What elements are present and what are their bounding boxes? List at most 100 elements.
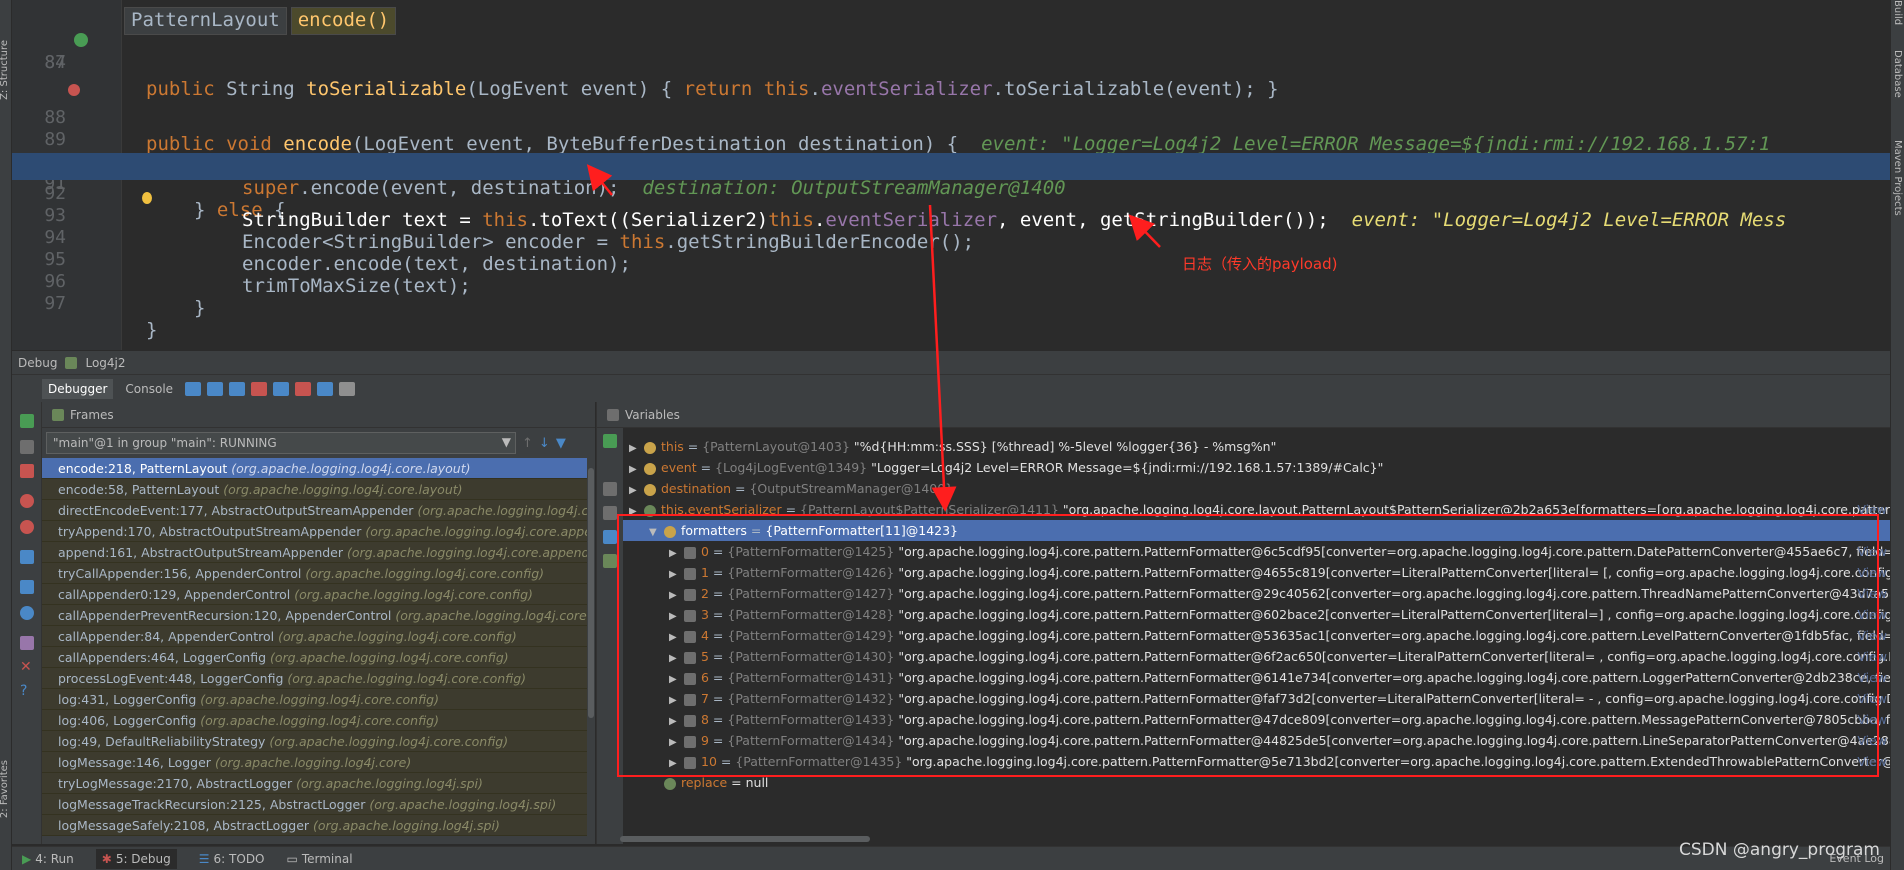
build-tab[interactable]: Build	[1892, 0, 1903, 25]
restore-layout-icon[interactable]	[20, 580, 34, 594]
camera-icon[interactable]	[20, 550, 34, 564]
new-watch-icon[interactable]	[603, 434, 617, 448]
terminal-tool-button[interactable]: ▭ Terminal	[287, 852, 353, 866]
variable-row[interactable]: ▶ 5 = {PatternFormatter@1430} "org.apache…	[623, 646, 1891, 667]
expand-right-icon[interactable]: ▶	[669, 711, 681, 732]
expand-right-icon[interactable]: ▶	[629, 480, 641, 501]
stack-frame[interactable]: tryLogMessage:2170, AbstractLogger (org.…	[42, 773, 587, 794]
frames-scrollbar[interactable]	[587, 458, 595, 844]
close-icon[interactable]: ✕	[20, 660, 34, 674]
breadcrumb-method[interactable]: encode()	[290, 7, 397, 35]
expand-right-icon[interactable]: ▶	[629, 438, 641, 459]
stack-frame[interactable]: log:431, LoggerConfig (org.apache.loggin…	[42, 689, 587, 710]
variable-row[interactable]: ▶ event = {Log4jLogEvent@1349} "Logger=Lo…	[623, 457, 1891, 478]
resume-icon[interactable]	[20, 414, 34, 428]
stack-frame[interactable]: logMessage:146, Logger (org.apache.loggi…	[42, 752, 587, 773]
stack-frame[interactable]: tryAppend:170, AbstractOutputStreamAppen…	[42, 521, 587, 542]
expand-right-icon[interactable]: ▶	[669, 543, 681, 564]
frame-down-icon[interactable]: ↓	[539, 436, 550, 451]
expand-right-icon[interactable]: ▶	[669, 669, 681, 690]
view-link[interactable]: View	[1857, 562, 1887, 583]
step-into-icon[interactable]	[229, 381, 246, 396]
view-link[interactable]: View	[1857, 667, 1887, 688]
stack-frame[interactable]: encode:58, PatternLayout (org.apache.log…	[42, 479, 587, 500]
force-step-into-icon[interactable]	[251, 381, 268, 396]
expand-right-icon[interactable]: ▶	[669, 606, 681, 627]
maven-tab[interactable]: Maven Projects	[1892, 140, 1903, 216]
override-icon[interactable]	[74, 33, 88, 47]
variable-row[interactable]: ▶ destination = {OutputStreamManager@1400…	[623, 478, 1891, 499]
todo-tool-button[interactable]: ☰ 6: TODO	[199, 852, 265, 866]
frame-up-icon[interactable]: ↑	[522, 436, 533, 451]
expand-right-icon[interactable]: ▶	[669, 564, 681, 585]
variable-row[interactable]: ▶ this.eventSerializer = {PatternLayout$P…	[623, 499, 1891, 520]
help-icon[interactable]: ?	[20, 684, 34, 698]
view-link[interactable]: View	[1857, 499, 1887, 520]
variable-row[interactable]: ▶ 1 = {PatternFormatter@1426} "org.apache…	[623, 562, 1891, 583]
view-link[interactable]: View	[1857, 646, 1887, 667]
variable-row[interactable]: ▶ 3 = {PatternFormatter@1428} "org.apache…	[623, 604, 1891, 625]
stack-frame[interactable]: encode:218, PatternLayout (org.apache.lo…	[42, 458, 587, 479]
stack-frame[interactable]: log:49, DefaultReliabilityStrategy (org.…	[42, 731, 587, 752]
copy-icon[interactable]	[603, 530, 617, 544]
expand-right-icon[interactable]: ▶	[629, 501, 641, 522]
expand-right-icon[interactable]: ▶	[669, 690, 681, 711]
stack-frame[interactable]: callAppenders:464, LoggerConfig (org.apa…	[42, 647, 587, 668]
variable-row[interactable]: ▶ 0 = {PatternFormatter@1425} "org.apache…	[623, 541, 1891, 562]
run-tool-button[interactable]: ▶ 4: Run	[22, 852, 74, 866]
database-tab[interactable]: Database	[1892, 50, 1903, 98]
show-execution-point-icon[interactable]	[185, 381, 202, 396]
tab-console[interactable]: Console	[119, 379, 179, 399]
variable-row[interactable]: ▶ 2 = {PatternFormatter@1427} "org.apache…	[623, 583, 1891, 604]
variable-row[interactable]: ▶ 8 = {PatternFormatter@1433} "org.apache…	[623, 709, 1891, 730]
view-link[interactable]: View	[1857, 583, 1887, 604]
expand-right-icon[interactable]: ▶	[669, 585, 681, 606]
filter-icon[interactable]: ▼	[556, 436, 566, 451]
favorites-tab[interactable]: 2: Favorites	[0, 760, 10, 818]
bulb-icon[interactable]	[142, 192, 152, 204]
variable-row[interactable]: replace = null	[623, 772, 1891, 793]
pause-icon[interactable]	[20, 440, 34, 454]
variable-row[interactable]: ▶ this = {PatternLayout@1403} "%d{HH:mm:s…	[623, 436, 1891, 457]
variable-row[interactable]: ▶ 4 = {PatternFormatter@1429} "org.apache…	[623, 625, 1891, 646]
debug-tool-button[interactable]: ✱ 5: Debug	[95, 848, 177, 869]
variable-row[interactable]: ▶ 9 = {PatternFormatter@1434} "org.apache…	[623, 730, 1891, 751]
code-editor[interactable]: PatternLayout encode() 84 public String …	[12, 0, 1890, 350]
expand-right-icon[interactable]: ▶	[669, 753, 681, 774]
stack-frame[interactable]: callAppenderPreventRecursion:120, Append…	[42, 605, 587, 626]
view-link[interactable]: View	[1857, 541, 1887, 562]
tab-debugger[interactable]: Debugger	[42, 378, 114, 399]
variable-row[interactable]: ▶ 10 = {PatternFormatter@1435} "org.apach…	[623, 751, 1891, 772]
view-breakpoints-icon[interactable]	[20, 494, 34, 508]
expand-right-icon[interactable]: ▶	[669, 648, 681, 669]
expand-right-icon[interactable]: ▶	[669, 732, 681, 753]
stack-frame[interactable]: logMessageTrackRecursion:2125, AbstractL…	[42, 794, 587, 815]
variables-h-scrollbar[interactable]	[620, 836, 870, 842]
stack-frame[interactable]: processLogEvent:448, LoggerConfig (org.a…	[42, 668, 587, 689]
expand-down-icon[interactable]: ▼	[649, 522, 661, 543]
variable-row[interactable]: ▼ formatters = {PatternFormatter[11]@1423…	[623, 520, 1891, 541]
run-config-name[interactable]: Log4j2	[85, 356, 125, 370]
stack-frame[interactable]: tryCallAppender:156, AppenderControl (or…	[42, 563, 587, 584]
settings-icon[interactable]	[20, 606, 34, 620]
variable-row[interactable]: ▶ 7 = {PatternFormatter@1432} "org.apache…	[623, 688, 1891, 709]
watches-icon[interactable]	[603, 554, 617, 568]
view-link[interactable]: View	[1857, 688, 1887, 709]
breakpoint-icon[interactable]	[68, 84, 80, 96]
stack-frame[interactable]: log:406, LoggerConfig (org.apache.loggin…	[42, 710, 587, 731]
thread-selector[interactable]: "main"@1 in group "main": RUNNING ▼	[46, 432, 516, 454]
step-out-icon[interactable]	[273, 381, 290, 396]
stack-frame[interactable]: callAppender0:129, AppenderControl (org.…	[42, 584, 587, 605]
up-icon[interactable]	[603, 482, 617, 496]
stack-frame[interactable]: logMessageSafely:2108, AbstractLogger (o…	[42, 815, 587, 836]
stop-icon[interactable]	[20, 464, 34, 478]
down-icon[interactable]	[603, 506, 617, 520]
view-link[interactable]: View	[1857, 751, 1887, 772]
variable-row[interactable]: ▶ 6 = {PatternFormatter@1431} "org.apache…	[623, 667, 1891, 688]
stack-frame[interactable]: append:161, AbstractOutputStreamAppender…	[42, 542, 587, 563]
stack-frame[interactable]: callAppender:84, AppenderControl (org.ap…	[42, 626, 587, 647]
run-to-cursor-icon[interactable]	[317, 381, 334, 396]
expand-right-icon[interactable]: ▶	[629, 459, 641, 480]
evaluate-expression-icon[interactable]	[339, 381, 356, 396]
mute-breakpoints-icon[interactable]	[20, 520, 34, 534]
